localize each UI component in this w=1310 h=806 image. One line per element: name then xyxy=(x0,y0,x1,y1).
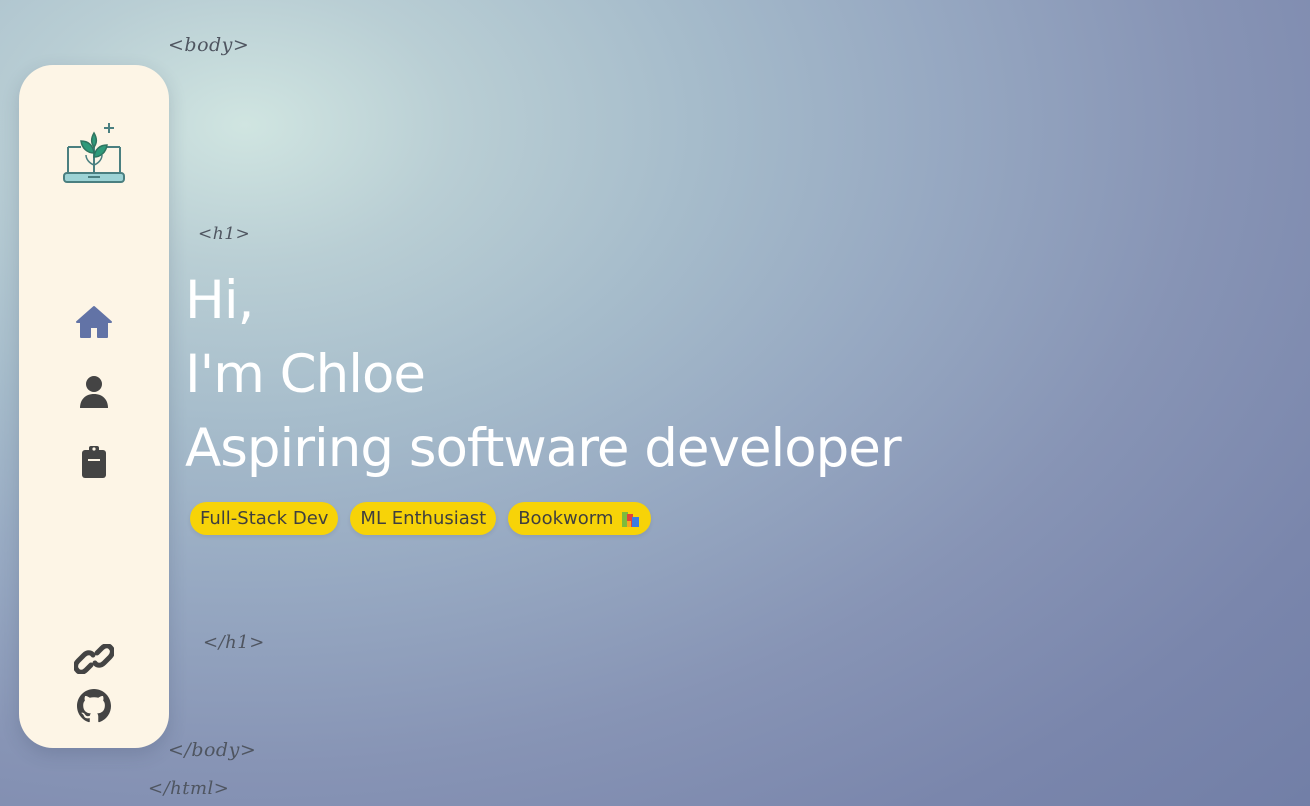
chip-label: Bookworm xyxy=(518,508,614,529)
books-icon xyxy=(622,511,640,527)
laptop-plant-logo-icon[interactable] xyxy=(61,121,127,189)
chip-label: Full-Stack Dev xyxy=(200,508,329,529)
nav-github-button[interactable] xyxy=(74,686,114,726)
hero-role: Aspiring software developer xyxy=(185,418,902,479)
home-icon xyxy=(76,306,112,338)
chip-bookworm: Bookworm xyxy=(508,502,652,535)
chip-full-stack: Full-Stack Dev xyxy=(190,502,339,535)
hero-heading: Hi, I'm Chloe Aspiring software develope… xyxy=(185,264,902,486)
chip-ml-enthusiast: ML Enthusiast xyxy=(350,502,497,535)
code-tag-h1-close: </h1> xyxy=(203,632,265,653)
github-icon xyxy=(77,689,111,723)
code-tag-h1-open: <h1> xyxy=(198,224,251,244)
nav-about-button[interactable] xyxy=(74,372,114,412)
hero-greeting: Hi, xyxy=(185,270,254,331)
code-tag-html-close: </html> xyxy=(148,778,230,799)
sidebar xyxy=(19,65,169,748)
clipboard-icon xyxy=(82,446,106,478)
nav-projects-button[interactable] xyxy=(74,442,114,482)
code-tag-body-close: </body> xyxy=(168,739,257,761)
code-tag-body-open: <body> xyxy=(168,34,250,56)
nav-links-button[interactable] xyxy=(74,639,114,679)
role-chips: Full-Stack Dev ML Enthusiast Bookworm xyxy=(190,502,652,535)
hero-name: I'm Chloe xyxy=(185,344,426,405)
link-icon xyxy=(74,644,114,674)
nav-home-button[interactable] xyxy=(74,302,114,342)
user-icon xyxy=(80,376,108,408)
chip-label: ML Enthusiast xyxy=(360,508,487,529)
